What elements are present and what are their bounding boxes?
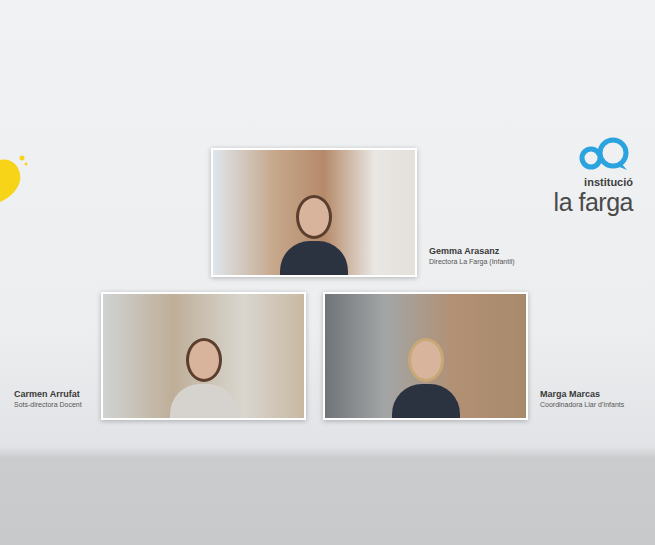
speech-bubbles-icon xyxy=(577,136,633,172)
participant-name: Marga Marcas xyxy=(540,388,624,400)
participant-caption: Gemma ArasanzDirectora La Farga (Infanti… xyxy=(429,245,515,277)
participant-role: Coordinadora Llar d'Infants xyxy=(540,400,624,410)
participant-role: Sots-directora Docent xyxy=(14,400,94,410)
participant-name: Carmen Arrufat xyxy=(14,388,94,400)
meeting-screen: Gemma ArasanzDirectora La Farga (Infanti… xyxy=(0,0,655,545)
person-silhouette-icon xyxy=(170,338,238,418)
video-tile xyxy=(323,292,528,420)
yellow-splash-icon xyxy=(0,152,30,212)
participant-caption: Marga MarcasCoordinadora Llar d'Infants xyxy=(540,388,624,420)
person-silhouette-icon xyxy=(280,195,348,275)
participant-role: Directora La Farga (Infantil) xyxy=(429,257,515,267)
logo-line2: la farga xyxy=(554,189,633,216)
person-silhouette-icon xyxy=(392,338,460,418)
participant-name: Gemma Arasanz xyxy=(429,245,515,257)
participant-caption: Carmen ArrufatSots-directora Docent xyxy=(14,388,94,420)
logo: institucióla farga xyxy=(554,136,633,216)
logo-line1: institució xyxy=(584,176,633,189)
video-tile xyxy=(211,148,417,277)
video-tile xyxy=(101,292,306,420)
